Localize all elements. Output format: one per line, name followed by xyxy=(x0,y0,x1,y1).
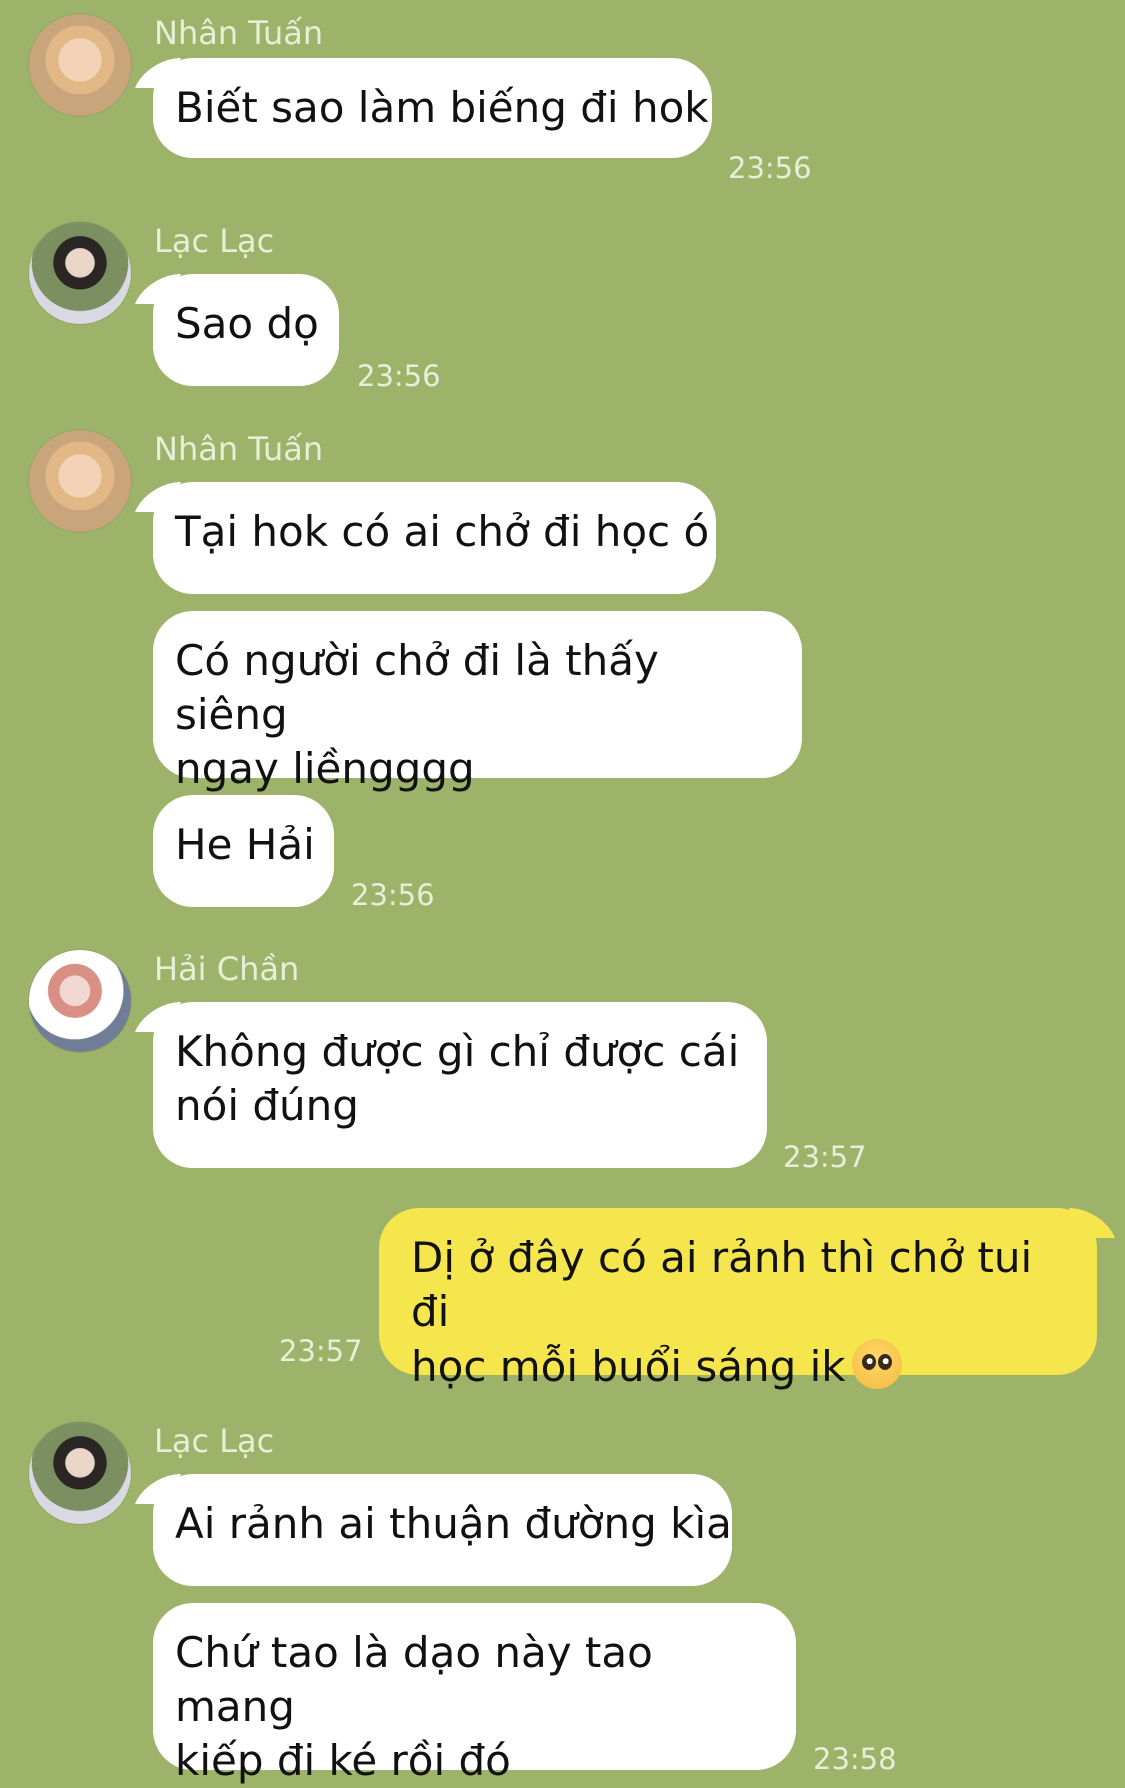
message-bubble[interactable]: Tại hok có ai chở đi học ó xyxy=(153,482,716,594)
avatar-nhan-tuan[interactable] xyxy=(29,14,131,116)
sender-name: Lạc Lạc xyxy=(154,222,275,260)
sender-name: Lạc Lạc xyxy=(154,1422,275,1460)
avatar-hai-chan[interactable] xyxy=(29,950,131,1052)
message-bubble[interactable]: He Hải xyxy=(153,795,334,907)
message-bubble[interactable]: Không được gì chỉ được cái nói đúng xyxy=(153,1002,767,1168)
sender-name: Nhân Tuấn xyxy=(154,14,324,52)
message-bubble[interactable]: Chứ tao là dạo này tao mang kiếp đi ké r… xyxy=(153,1603,796,1785)
avatar-lac-lac[interactable] xyxy=(29,222,131,324)
avatar-nhan-tuan[interactable] xyxy=(29,430,131,532)
message-time: 23:56 xyxy=(357,359,441,393)
pleading-face-emoji xyxy=(851,1339,902,1389)
message-bubble[interactable]: Sao dọ xyxy=(153,274,339,386)
outgoing-message-bubble[interactable]: Dị ở đây có ai rảnh thì chở tui đi học m… xyxy=(379,1208,1097,1391)
message-time: 23:56 xyxy=(728,151,812,185)
message-bubble[interactable]: Có người chở đi là thấy siêng ngay liềng… xyxy=(153,611,802,793)
sender-name: Hải Chần xyxy=(154,950,300,988)
message-time: 23:57 xyxy=(783,1140,867,1174)
message-time: 23:56 xyxy=(351,878,435,912)
avatar-lac-lac[interactable] xyxy=(29,1422,131,1524)
sender-name: Nhân Tuấn xyxy=(154,430,324,468)
message-bubble[interactable]: Ai rảnh ai thuận đường kìa xyxy=(153,1474,732,1586)
message-time: 23:58 xyxy=(813,1742,897,1776)
message-time: 23:57 xyxy=(279,1334,363,1368)
message-bubble[interactable]: Biết sao làm biếng đi hok xyxy=(153,58,712,158)
message-text: Dị ở đây có ai rảnh thì chở tui đi học m… xyxy=(411,1233,1033,1391)
